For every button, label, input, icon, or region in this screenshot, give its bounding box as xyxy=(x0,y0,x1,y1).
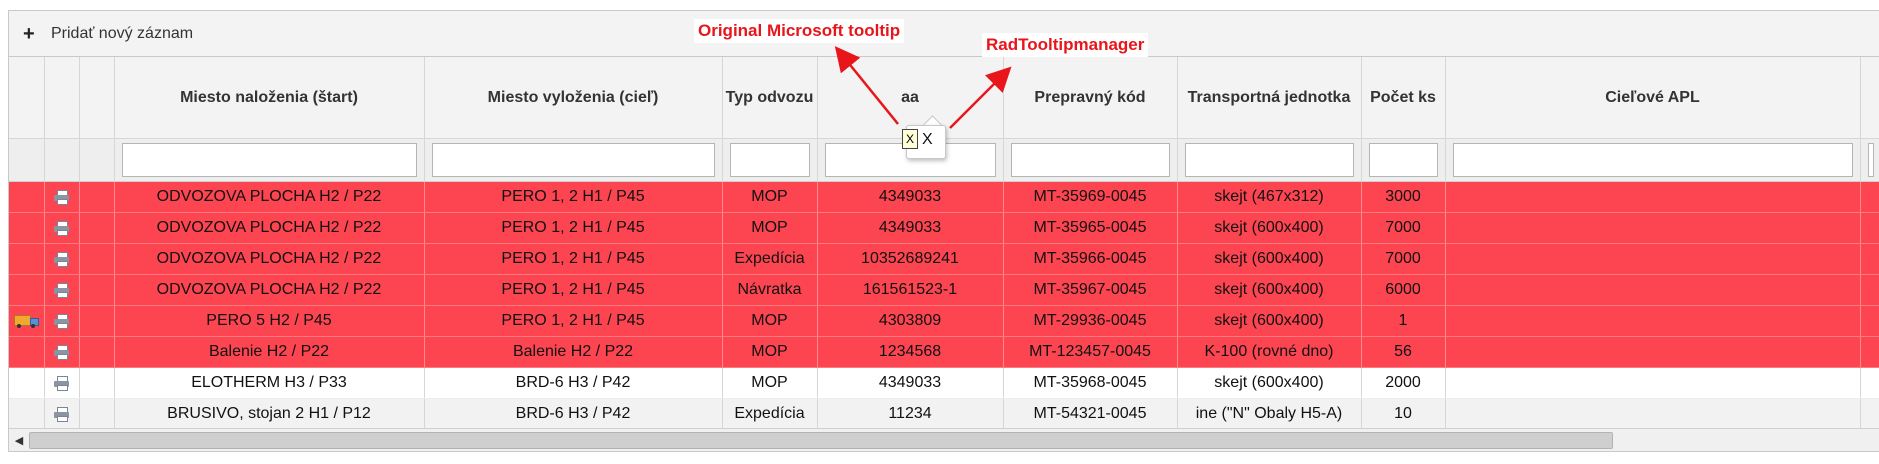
arrow-original-tooltip xyxy=(834,46,899,125)
arrow-rad-tooltip xyxy=(949,66,1012,129)
rad-tooltip-text: X xyxy=(922,131,933,148)
annotation-arrows xyxy=(834,46,1012,129)
native-tooltip-popup: X xyxy=(902,129,918,149)
